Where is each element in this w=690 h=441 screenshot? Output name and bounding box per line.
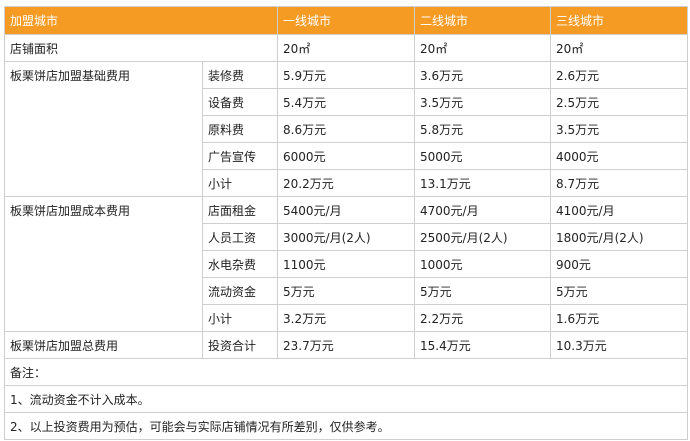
value-tier2: 3.5万元 [414, 88, 552, 116]
item-label: 设备费 [201, 88, 279, 116]
group-label-basic: 板栗饼店加盟基础费用 [4, 61, 203, 197]
value-tier2: 4700元/月 [414, 196, 552, 224]
value-tier3: 900元 [550, 250, 689, 278]
value-tier1: 3.2万元 [277, 304, 416, 332]
table-row: 板栗饼店加盟基础费用 装修费 5.9万元 3.6万元 2.6万元 [4, 61, 689, 197]
value-tier1: 8.6万元 [277, 115, 416, 143]
value-tier2: 3.6万元 [414, 61, 552, 89]
value-tier1: 20.2万元 [277, 169, 416, 197]
total-label: 板栗饼店加盟总费用 [4, 331, 203, 359]
value-tier1: 5万元 [277, 277, 416, 305]
header-row: 加盟城市 一线城市 二线城市 三线城市 [3, 6, 689, 35]
value-tier2: 2500元/月(2人) [414, 223, 552, 251]
value-tier3: 5万元 [550, 277, 689, 305]
area-tier2: 20㎡ [414, 34, 552, 62]
value-tier2: 2.2万元 [414, 304, 552, 332]
value-tier3: 4000元 [550, 142, 689, 170]
item-label: 原料费 [201, 115, 279, 143]
value-tier1: 6000元 [277, 142, 416, 170]
item-label: 广告宣传 [201, 142, 279, 170]
value-tier1: 1100元 [277, 250, 416, 278]
item-label: 店面租金 [201, 196, 279, 224]
value-tier2: 5000元 [414, 142, 552, 170]
header-city-type: 加盟城市 [3, 6, 279, 35]
header-tier3: 三线城市 [550, 6, 689, 35]
item-label: 水电杂费 [201, 250, 279, 278]
value-tier3: 3.5万元 [550, 115, 689, 143]
item-label: 人员工资 [201, 223, 279, 251]
value-tier1: 5.4万元 [277, 88, 416, 116]
franchise-cost-table: 加盟城市 一线城市 二线城市 三线城市 店铺面积 20㎡ 20㎡ 20㎡ 板栗饼… [3, 6, 689, 440]
value-tier3: 1.6万元 [550, 304, 689, 332]
value-tier1: 5.9万元 [277, 61, 416, 89]
value-tier2: 13.1万元 [414, 169, 552, 197]
value-tier3: 2.5万元 [550, 88, 689, 116]
item-label: 小计 [201, 304, 279, 332]
value-tier3: 8.7万元 [550, 169, 689, 197]
page: 加盟城市 一线城市 二线城市 三线城市 店铺面积 20㎡ 20㎡ 20㎡ 板栗饼… [0, 0, 690, 441]
note-row: 2、以上投资费用为预估，可能会与实际店铺情况有所差别，仅供参考。 [3, 412, 689, 440]
item-label: 流动资金 [201, 277, 279, 305]
value-tier1: 5400元/月 [277, 196, 416, 224]
item-label: 装修费 [201, 61, 279, 89]
note-1: 1、流动资金不计入成本。 [3, 385, 689, 413]
header-tier2: 二线城市 [414, 6, 552, 35]
area-row: 店铺面积 20㎡ 20㎡ 20㎡ [3, 34, 689, 62]
area-label: 店铺面积 [3, 34, 279, 62]
value-tier1: 3000元/月(2人) [277, 223, 416, 251]
area-tier1: 20㎡ [277, 34, 416, 62]
header-tier1: 一线城市 [277, 6, 416, 35]
value-tier2: 5.8万元 [414, 115, 552, 143]
value-tier3: 1800元/月(2人) [550, 223, 689, 251]
value-tier2: 5万元 [414, 277, 552, 305]
table-row: 板栗饼店加盟成本费用 店面租金 5400元/月 4700元/月 4100元/月 [4, 196, 689, 332]
total-tier3: 10.3万元 [550, 331, 689, 359]
total-row: 板栗饼店加盟总费用 投资合计 23.7万元 15.4万元 10.3万元 [4, 331, 689, 359]
value-tier3: 4100元/月 [550, 196, 689, 224]
total-tier1: 23.7万元 [277, 331, 416, 359]
notes-heading-row: 备注： [3, 358, 689, 386]
note-2: 2、以上投资费用为预估，可能会与实际店铺情况有所差别，仅供参考。 [3, 412, 689, 440]
notes-heading: 备注： [3, 358, 689, 386]
note-row: 1、流动资金不计入成本。 [3, 385, 689, 413]
value-tier3: 2.6万元 [550, 61, 689, 89]
total-tier2: 15.4万元 [414, 331, 552, 359]
group-label-cost: 板栗饼店加盟成本费用 [4, 196, 203, 332]
area-tier3: 20㎡ [550, 34, 689, 62]
item-label: 小计 [201, 169, 279, 197]
value-tier2: 1000元 [414, 250, 552, 278]
total-item-label: 投资合计 [201, 331, 279, 359]
